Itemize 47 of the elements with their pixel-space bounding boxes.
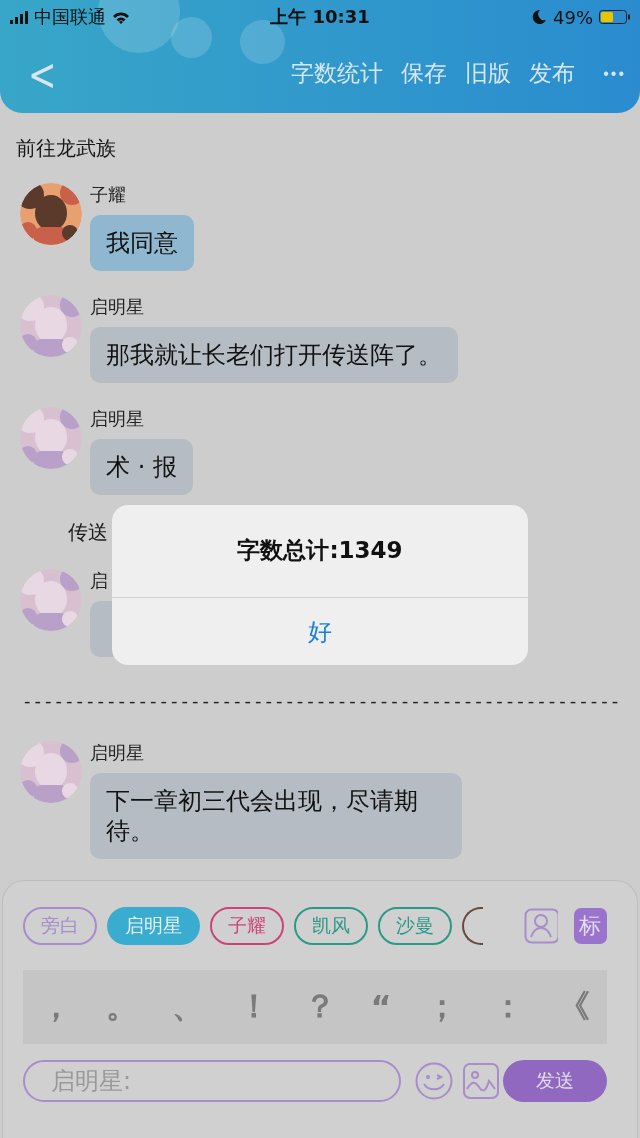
punctuation-key[interactable]: ： xyxy=(487,985,528,1029)
punctuation-key[interactable]: 、 xyxy=(168,985,209,1029)
alert-title: 字数总计:1349 xyxy=(236,536,404,565)
status-time: 上午 10:31 xyxy=(270,5,370,29)
punctuation-key[interactable]: ， xyxy=(36,985,77,1029)
speaker-name: 启明星 xyxy=(90,295,144,319)
image-icon[interactable] xyxy=(463,1063,499,1099)
more-button[interactable]: ••• xyxy=(603,64,626,83)
battery-icon xyxy=(599,10,630,24)
speaker-name: 子耀 xyxy=(90,183,126,207)
message-bubble: 那我就让长老们打开传送阵了。 xyxy=(90,327,458,383)
emoji-icon[interactable] xyxy=(415,1062,453,1100)
nav-action[interactable]: 旧版 xyxy=(465,58,512,89)
punctuation-key[interactable]: “ xyxy=(366,988,396,1026)
narration-text: 传送 xyxy=(68,519,108,545)
punctuation-key[interactable]: 。 xyxy=(102,985,143,1029)
role-chip[interactable]: 子耀 xyxy=(210,907,284,945)
contact-icon[interactable] xyxy=(524,908,558,944)
nav-action[interactable]: 发布 xyxy=(529,58,576,89)
back-button[interactable]: < xyxy=(22,47,63,100)
role-chip[interactable]: 旁白 xyxy=(23,907,97,945)
signal-icon xyxy=(10,10,28,24)
moon-icon xyxy=(531,9,547,25)
narration-text: 前往龙武族 xyxy=(16,135,116,161)
punctuation-key[interactable]: ！ xyxy=(234,985,275,1029)
speaker-name: 启 xyxy=(90,569,108,593)
wifi-icon xyxy=(112,10,130,24)
role-chip[interactable]: 沙曼 xyxy=(378,907,452,945)
punctuation-key[interactable]: 《 xyxy=(553,985,594,1029)
send-button[interactable]: 发送 xyxy=(503,1060,607,1102)
message-bubble: 我同意 xyxy=(90,215,194,271)
carrier-name: 中国联通 xyxy=(34,5,106,29)
battery-percent: 49% xyxy=(553,6,593,28)
punctuation-key[interactable]: ？ xyxy=(300,985,341,1029)
punctuation-key[interactable]: ； xyxy=(421,985,462,1029)
role-chip[interactable]: 凯风 xyxy=(294,907,368,945)
message-bubble: 下一章初三代会出现，尽请期待。 xyxy=(90,773,462,859)
role-chip[interactable] xyxy=(462,907,483,945)
nav-action[interactable]: 字数统计 xyxy=(291,58,384,89)
speaker-name: 启明星 xyxy=(90,407,144,431)
nav-action[interactable]: 保存 xyxy=(401,58,448,89)
tag-button[interactable]: 标 xyxy=(573,908,607,944)
dashed-separator: --------------------------------------------------------- xyxy=(24,691,624,711)
ok-button[interactable]: 好 xyxy=(112,597,528,665)
role-chip[interactable]: 启明星 xyxy=(107,907,200,945)
message-bubble: 术 · 报 xyxy=(90,439,193,495)
speaker-name: 启明星 xyxy=(90,741,144,765)
